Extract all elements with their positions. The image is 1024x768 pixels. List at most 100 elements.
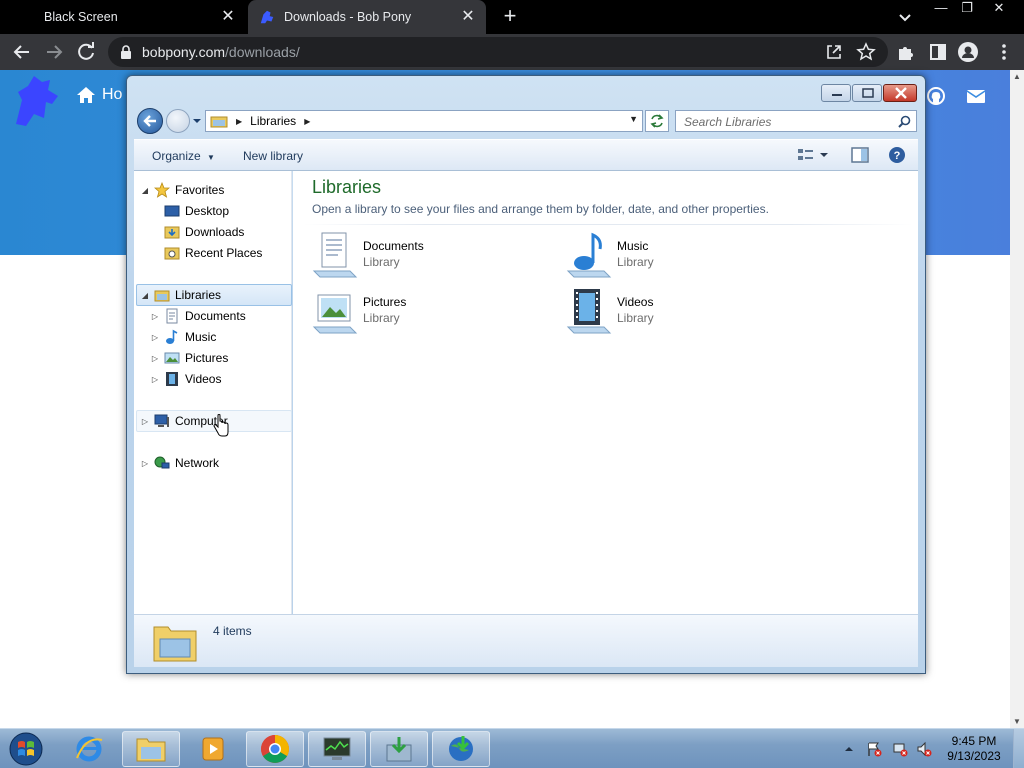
explorer-maximize-button[interactable] — [852, 84, 882, 102]
email-envelope-icon[interactable] — [966, 86, 986, 106]
taskbar-installer[interactable] — [370, 731, 428, 767]
nav-item-recent-places[interactable]: Recent Places — [164, 243, 262, 263]
expand-triangle-icon[interactable]: ▷ — [140, 417, 150, 426]
recent-places-icon — [164, 247, 180, 260]
close-tab-icon[interactable]: ✕ — [220, 9, 236, 25]
page-subtitle: Open a library to see your files and arr… — [312, 202, 769, 216]
browser-minimize-button[interactable]: — — [928, 0, 954, 18]
library-name: Documents — [363, 239, 424, 253]
close-tab-icon[interactable]: ✕ — [460, 9, 476, 25]
taskbar-internet-explorer[interactable] — [60, 731, 118, 767]
scroll-up-icon[interactable]: ▲ — [1013, 72, 1021, 81]
library-name: Music — [617, 239, 649, 253]
extensions-puzzle-icon[interactable] — [896, 42, 916, 62]
explorer-back-button[interactable] — [137, 108, 163, 134]
explorer-minimize-button[interactable] — [821, 84, 851, 102]
scroll-down-icon[interactable]: ▼ — [1013, 717, 1021, 726]
nav-item-desktop[interactable]: Desktop — [164, 201, 229, 221]
taskbar-download-manager[interactable] — [432, 731, 490, 767]
reload-icon[interactable] — [74, 40, 98, 64]
site-nav-home-label: Ho — [102, 86, 123, 103]
start-orb-icon[interactable] — [4, 731, 48, 767]
taskbar-media-player[interactable] — [184, 731, 242, 767]
explorer-close-button[interactable] — [883, 84, 917, 102]
tab-search-icon[interactable] — [896, 8, 914, 26]
show-hidden-icons-chevron-icon[interactable] — [842, 741, 856, 757]
site-nav-home[interactable]: Ho — [76, 86, 122, 104]
breadcrumb-separator-icon[interactable]: ▶ — [304, 117, 310, 126]
music-library-icon — [566, 232, 612, 278]
tab-title: Black Screen — [44, 10, 118, 24]
expand-triangle-icon[interactable]: ▷ — [150, 354, 160, 363]
share-icon[interactable] — [824, 42, 844, 62]
explorer-forward-button[interactable] — [166, 109, 190, 133]
page-scrollbar[interactable]: ▲ ▼ — [1010, 70, 1024, 728]
breadcrumb-libraries[interactable]: Libraries — [250, 114, 296, 128]
search-icon[interactable] — [898, 115, 911, 128]
menu-kebab-icon[interactable] — [994, 42, 1014, 62]
nav-favorites[interactable]: ◢ Favorites — [140, 180, 224, 200]
organize-menu-button[interactable]: Organize ▼ — [152, 149, 215, 163]
taskbar-task-manager[interactable] — [308, 731, 366, 767]
collapse-triangle-icon[interactable]: ◢ — [140, 291, 150, 300]
network-disconnected-icon[interactable] — [892, 741, 908, 757]
tab-black-screen[interactable]: Black Screen ✕ — [0, 0, 246, 34]
film-strip-icon — [166, 372, 178, 386]
screen: Black Screen ✕ Downloads - Bob Pony ✕ + … — [0, 0, 1024, 768]
side-panel-icon[interactable] — [928, 42, 948, 62]
explorer-search-input[interactable]: Search Libraries — [675, 110, 917, 132]
preview-pane-icon[interactable] — [850, 146, 870, 164]
new-tab-button[interactable]: + — [499, 5, 521, 28]
library-item-videos[interactable]: Videos Library — [564, 287, 764, 339]
browser-tab-bar: Black Screen ✕ Downloads - Bob Pony ✕ + … — [0, 0, 1024, 34]
nav-item-music[interactable]: ▷ Music — [150, 327, 216, 347]
tab-downloads[interactable]: Downloads - Bob Pony ✕ — [248, 0, 486, 34]
action-center-flag-icon[interactable] — [866, 741, 882, 757]
forward-arrow-icon[interactable] — [42, 40, 66, 64]
taskbar-clock[interactable]: 9:45 PM 9/13/2023 — [938, 734, 1010, 764]
lock-icon — [121, 45, 131, 59]
browser-restore-button[interactable]: ❐ — [954, 0, 980, 18]
expand-triangle-icon[interactable]: ▷ — [140, 459, 150, 468]
taskbar: 9:45 PM 9/13/2023 — [0, 728, 1024, 768]
expand-triangle-icon[interactable]: ▷ — [150, 375, 160, 384]
expand-triangle-icon[interactable]: ▷ — [150, 333, 160, 342]
recent-pages-chevron-icon[interactable] — [192, 117, 202, 125]
address-dropdown-icon[interactable]: ▼ — [629, 114, 638, 124]
nav-libraries[interactable]: ◢ Libraries — [140, 285, 221, 305]
taskbar-windows-explorer[interactable] — [122, 731, 180, 767]
github-icon[interactable] — [926, 86, 946, 106]
pictures-library-icon — [312, 294, 358, 334]
address-bar[interactable]: bobpony.com/downloads/ — [108, 37, 888, 67]
documents-library-icon — [312, 232, 358, 278]
nav-item-downloads[interactable]: Downloads — [164, 222, 244, 242]
volume-muted-icon[interactable] — [916, 741, 932, 757]
show-desktop-button[interactable] — [1013, 729, 1024, 768]
explorer-refresh-button[interactable] — [645, 110, 669, 132]
bob-pony-logo-icon[interactable] — [12, 74, 62, 128]
nav-item-documents[interactable]: ▷ Documents — [150, 306, 246, 326]
new-library-button[interactable]: New library — [243, 149, 303, 163]
library-item-documents[interactable]: Documents Library — [310, 231, 510, 283]
nav-network[interactable]: ▷ Network — [140, 453, 219, 473]
back-arrow-icon[interactable] — [10, 40, 34, 64]
pictures-icon — [164, 352, 180, 364]
breadcrumb-separator-icon[interactable]: ▶ — [236, 117, 242, 126]
bob-pony-favicon-icon — [260, 10, 274, 24]
help-icon[interactable]: ? — [887, 146, 907, 164]
browser-close-button[interactable]: ✕ — [986, 0, 1012, 18]
explorer-address-bar[interactable]: ▶ Libraries ▶ ▼ — [205, 110, 643, 132]
nav-item-pictures[interactable]: ▷ Pictures — [150, 348, 228, 368]
organize-chevron-down-icon: ▼ — [207, 153, 215, 162]
nav-item-videos[interactable]: ▷ Videos — [150, 369, 221, 389]
profile-avatar-icon[interactable] — [958, 42, 978, 62]
expand-triangle-icon[interactable]: ▷ — [150, 312, 160, 321]
bookmark-star-icon[interactable] — [856, 42, 876, 62]
taskbar-chrome[interactable] — [246, 731, 304, 767]
library-item-pictures[interactable]: Pictures Library — [310, 287, 510, 339]
library-item-music[interactable]: Music Library — [564, 231, 764, 283]
change-view-icon[interactable] — [796, 146, 816, 164]
view-options-chevron-down-icon[interactable] — [818, 146, 830, 164]
collapse-triangle-icon[interactable]: ◢ — [140, 186, 150, 195]
divider — [303, 224, 913, 225]
